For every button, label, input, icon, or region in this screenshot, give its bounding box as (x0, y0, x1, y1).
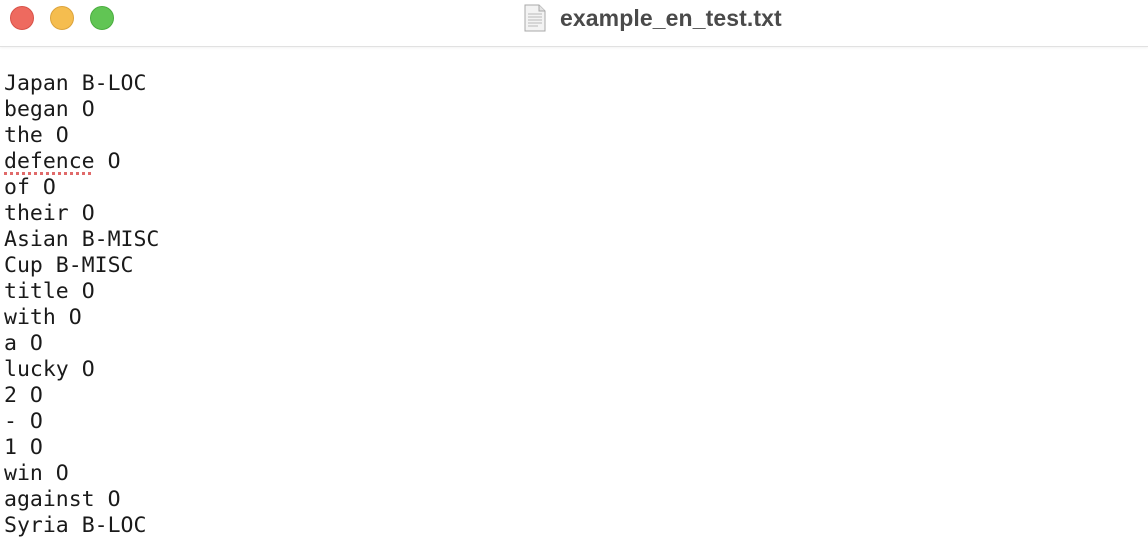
text-document-icon (524, 4, 546, 32)
window-title: example_en_test.txt (560, 4, 782, 31)
token-word: Asian (4, 227, 69, 252)
text-line: 2 O (4, 383, 1144, 409)
token-word: win (4, 461, 43, 486)
token-word: began (4, 97, 69, 122)
text-line: began O (4, 97, 1144, 123)
token-word: against (4, 487, 95, 512)
token-word: their (4, 201, 69, 226)
token-tag: B-MISC (81, 227, 160, 252)
text-line: defence O (4, 149, 1144, 175)
window-title-area: example_en_test.txt (523, 3, 782, 33)
text-line: a O (4, 331, 1144, 357)
text-editor-window: example_en_test.txt Japan B-LOC began Oth… (0, 0, 1148, 540)
text-line: of O (4, 175, 1144, 201)
token-tag: O (29, 409, 43, 434)
token-tag: O (55, 461, 69, 486)
token-tag: O (81, 97, 95, 122)
token-tag: O (55, 123, 69, 148)
token-tag: O (81, 279, 95, 304)
token-tag: O (107, 149, 121, 174)
token-word: the (4, 123, 43, 148)
text-line: with O (4, 305, 1144, 331)
text-line: against O (4, 487, 1144, 513)
text-line: Syria B-LOC (4, 513, 1144, 539)
token-word: a (4, 331, 17, 356)
token-word: Syria (4, 513, 69, 538)
token-tag: O (107, 487, 121, 512)
text-editor-area[interactable]: Japan B-LOC began Othe Odefence Oof Othei… (4, 71, 1144, 540)
token-word: lucky (4, 357, 69, 382)
misspelled-word: defence (4, 149, 95, 174)
token-word: 1 (4, 435, 17, 460)
text-line: win O (4, 461, 1144, 487)
token-word: - (4, 409, 17, 434)
token-word: Japan (4, 71, 69, 96)
minimize-window-button[interactable] (50, 6, 74, 30)
token-word: title (4, 279, 69, 304)
text-line: - O (4, 409, 1144, 435)
text-line: Japan B-LOC (4, 71, 1144, 97)
token-tag: B-LOC (81, 513, 147, 538)
title-bar[interactable]: example_en_test.txt (0, 0, 1148, 47)
token-tag: O (29, 383, 43, 408)
token-tag: O (68, 305, 82, 330)
token-tag: O (42, 175, 56, 200)
token-tag: B-LOC (81, 71, 147, 96)
token-tag: O (29, 435, 43, 460)
token-word: 2 (4, 383, 17, 408)
token-tag: O (81, 357, 95, 382)
text-line: their O (4, 201, 1144, 227)
text-line: Asian B-MISC (4, 227, 1144, 253)
text-line: title O (4, 279, 1144, 305)
text-line: the O (4, 123, 1144, 149)
text-line: Cup B-MISC (4, 253, 1144, 279)
token-tag: B-MISC (55, 253, 134, 278)
text-line: lucky O (4, 357, 1144, 383)
token-word: with (4, 305, 56, 330)
zoom-window-button[interactable] (90, 6, 114, 30)
token-tag: O (81, 201, 95, 226)
token-word: of (4, 175, 30, 200)
token-tag: O (29, 331, 43, 356)
close-window-button[interactable] (10, 6, 34, 30)
token-word: Cup (4, 253, 43, 278)
text-line: 1 O (4, 435, 1144, 461)
